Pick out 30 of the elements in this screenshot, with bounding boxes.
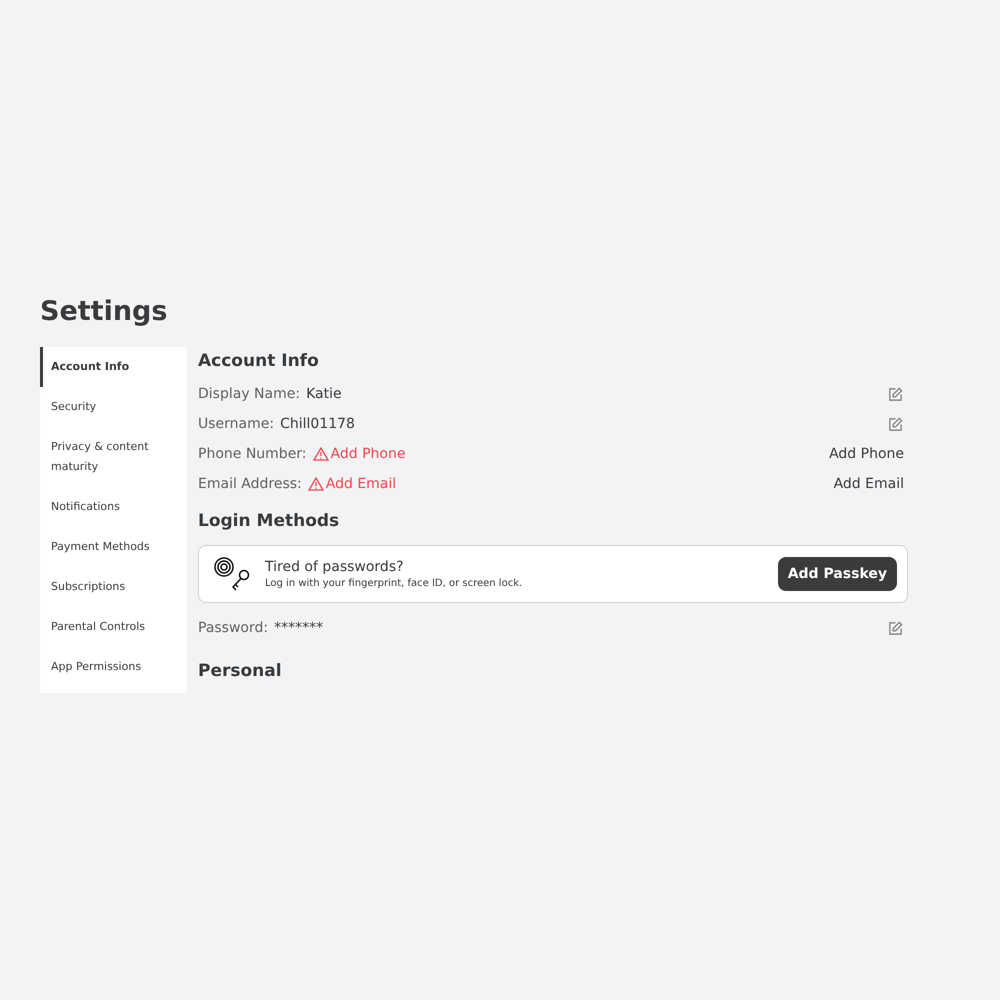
warning-icon: [308, 477, 324, 491]
sidebar-item[interactable]: Notifications: [40, 487, 187, 527]
card-title: Tired of passwords?: [265, 559, 405, 575]
field-label: Email Address:: [198, 476, 302, 492]
add-button[interactable]: Add Email: [834, 476, 908, 492]
edit-icon: [888, 386, 903, 402]
sidebar-item[interactable]: Privacy & content maturity: [40, 427, 187, 487]
sidebar-item[interactable]: App Permissions: [40, 647, 187, 687]
add-button[interactable]: Add Phone: [829, 446, 908, 462]
field-label: Username:: [198, 416, 274, 432]
field-value: Chill01178: [280, 416, 355, 432]
field-label: Phone Number:: [198, 446, 307, 462]
field-label: Password:: [198, 620, 268, 636]
section-heading: Personal: [198, 661, 283, 681]
field-label: Display Name:: [198, 386, 300, 402]
edit-icon: [888, 620, 903, 636]
page-title: Settings: [40, 296, 168, 327]
add-passkey-button[interactable]: Add Passkey: [778, 557, 897, 591]
card-description: Log in with your fingerprint, face ID, or screen lock.: [265, 578, 524, 589]
sidebar-item[interactable]: Payment Methods: [40, 527, 187, 567]
edit-icon: [888, 416, 903, 432]
warning-icon: [312, 447, 329, 461]
sidebar-item[interactable]: Security: [40, 387, 187, 427]
sidebar-item[interactable]: Parental Controls: [40, 607, 187, 647]
section-heading: Login Methods: [198, 511, 340, 531]
field-value: Katie: [306, 386, 342, 402]
section-heading: Account Info: [198, 351, 320, 371]
field-value: *******: [274, 620, 324, 636]
sidebar-item[interactable]: Subscriptions: [40, 567, 187, 607]
sidebar-item[interactable]: Account Info: [40, 347, 187, 387]
